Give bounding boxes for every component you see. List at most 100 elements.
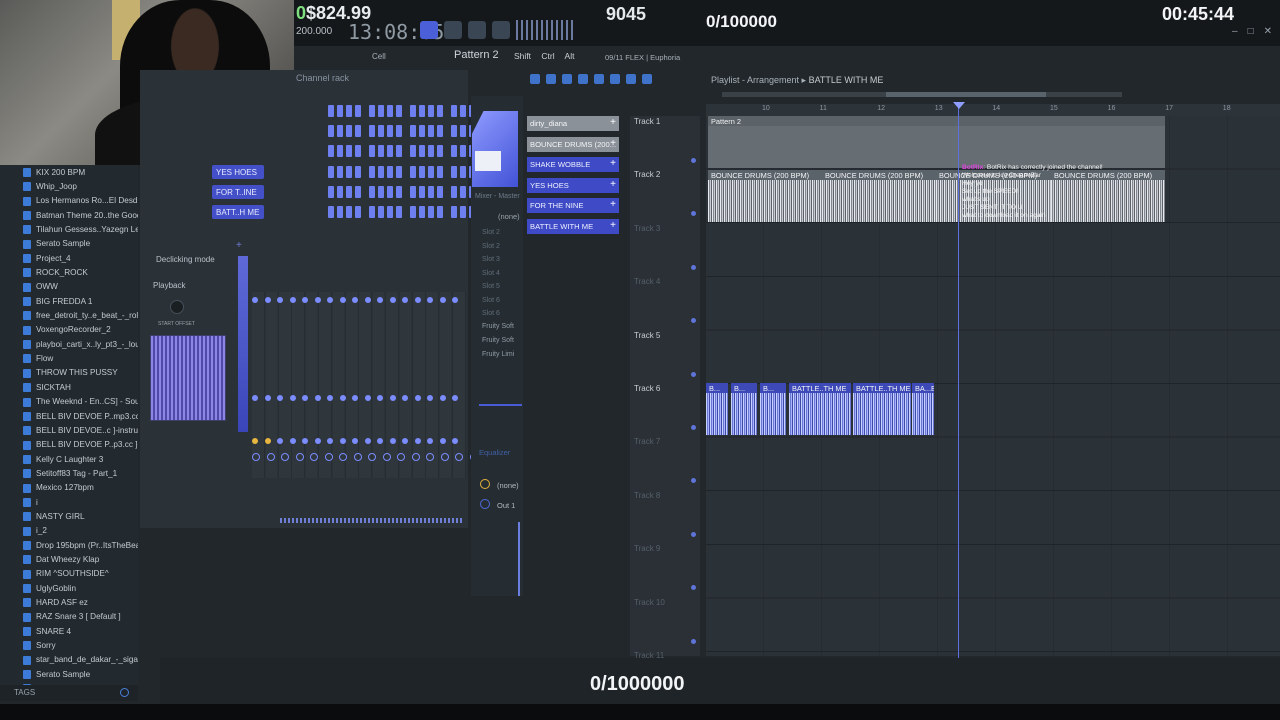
mixer-knob[interactable] — [427, 297, 433, 303]
mixer-knob[interactable] — [352, 438, 358, 444]
mixer-knob[interactable] — [327, 438, 333, 444]
mixer-knob[interactable] — [414, 438, 421, 444]
metronome-icon[interactable] — [468, 21, 486, 39]
track-mute-icon[interactable] — [691, 371, 696, 377]
play-tool-icon[interactable] — [642, 74, 652, 84]
mixer-knob[interactable] — [327, 297, 333, 303]
step-button[interactable] — [428, 105, 434, 117]
loop-icon[interactable] — [492, 21, 510, 39]
record-icon[interactable] — [444, 21, 462, 39]
mixer-knob[interactable] — [289, 438, 296, 444]
step-button[interactable] — [328, 186, 334, 198]
step-button[interactable] — [378, 206, 384, 218]
browser-tags[interactable]: TAGS — [0, 685, 138, 701]
close-icon[interactable]: ✕ — [1264, 26, 1272, 37]
browser-item[interactable]: Drop 195bpm (Pr..ItsTheBeatPlug — [0, 538, 138, 552]
step-button[interactable] — [355, 145, 361, 157]
step-button[interactable] — [419, 125, 425, 137]
select-tool-icon[interactable] — [610, 74, 620, 84]
mixer-knob[interactable] — [289, 395, 296, 401]
step-button[interactable] — [328, 166, 334, 178]
browser-item[interactable]: Kelly C Laughter 3 — [0, 452, 138, 466]
channel-name-button[interactable]: FOR T..INE — [212, 185, 264, 199]
track-label[interactable]: Track 4 — [634, 277, 660, 286]
step-button[interactable] — [387, 105, 393, 117]
picker-item[interactable]: BATTLE WITH ME + — [527, 218, 619, 234]
browser-item[interactable]: free_detroit_ty..e_beat_-_roll_up — [0, 308, 138, 322]
step-button[interactable] — [428, 166, 434, 178]
mixer-knob[interactable] — [389, 438, 396, 444]
mixer-knob[interactable] — [353, 453, 362, 461]
step-button[interactable] — [346, 125, 352, 137]
browser-item[interactable]: ROCK_ROCK — [0, 265, 138, 279]
mixer-knob[interactable] — [327, 395, 333, 401]
track-label[interactable]: Track 8 — [634, 491, 660, 500]
draw-tool-icon[interactable] — [530, 74, 540, 84]
mixer-knob[interactable] — [310, 453, 318, 461]
playhead[interactable] — [958, 104, 959, 704]
step-button[interactable] — [451, 105, 457, 117]
shift-key[interactable]: Shift — [514, 51, 531, 61]
step-button[interactable] — [428, 145, 434, 157]
step-button[interactable] — [419, 145, 425, 157]
mixer-knob[interactable] — [352, 297, 358, 303]
step-button[interactable] — [451, 145, 457, 157]
pattern-selector[interactable]: Pattern 2 — [454, 49, 499, 61]
effect-slot[interactable]: Slot 2 — [482, 243, 500, 250]
step-button[interactable] — [396, 166, 402, 178]
step-button[interactable] — [428, 125, 434, 137]
mixer-knob[interactable] — [455, 453, 463, 461]
mixer-knob[interactable] — [339, 395, 346, 401]
step-button[interactable] — [460, 186, 466, 198]
effect-slot[interactable]: Slot 6 — [482, 310, 500, 317]
mixer-knob[interactable] — [264, 438, 271, 444]
step-button[interactable] — [387, 206, 393, 218]
effect-slot[interactable]: Slot 4 — [482, 270, 500, 277]
add-icon[interactable]: + — [610, 200, 616, 210]
browser-item[interactable]: i — [0, 495, 138, 509]
delete-tool-icon[interactable] — [562, 74, 572, 84]
browser-item[interactable]: BELL BIV DEVOE P..mp3.cc ]-bass — [0, 409, 138, 423]
step-button[interactable] — [346, 166, 352, 178]
step-button[interactable] — [387, 145, 393, 157]
browser-item[interactable]: Mexico 127bpm — [0, 481, 138, 495]
mixer-knob[interactable] — [252, 438, 258, 444]
step-button[interactable] — [369, 166, 375, 178]
step-button[interactable] — [355, 105, 361, 117]
mixer-knob[interactable] — [439, 438, 446, 444]
step-button[interactable] — [337, 206, 343, 218]
add-channel-icon[interactable]: + — [236, 240, 242, 251]
browser-item[interactable]: SNARE 4 — [0, 624, 138, 638]
step-button[interactable] — [410, 206, 416, 218]
browser-item[interactable]: HARD ASF ez — [0, 595, 138, 609]
step-button[interactable] — [355, 186, 361, 198]
start-offset-knob[interactable] — [170, 300, 184, 314]
audio-clip[interactable]: BATTLE..TH ME — [853, 383, 911, 435]
ctrl-key[interactable]: Ctrl — [541, 51, 554, 61]
picker-item[interactable]: FOR THE NINE + — [527, 198, 619, 214]
slice-tool-icon[interactable] — [594, 74, 604, 84]
browser-item[interactable]: BELL BIV DEVOE..c ]-instrumental — [0, 423, 138, 437]
maximize-icon[interactable]: □ — [1248, 26, 1254, 37]
mixer-knob[interactable] — [302, 438, 308, 444]
track-mute-icon[interactable] — [691, 158, 696, 163]
mixer-knob[interactable] — [266, 453, 275, 461]
mixer-knob[interactable] — [364, 297, 371, 303]
mixer-knob[interactable] — [289, 297, 296, 303]
mixer-knob[interactable] — [277, 297, 283, 303]
step-button[interactable] — [460, 105, 466, 117]
step-button[interactable] — [346, 206, 352, 218]
mixer-knob[interactable] — [377, 438, 383, 444]
mixer-knob[interactable] — [452, 297, 458, 303]
audio-clip[interactable]: B... — [731, 383, 757, 435]
mixer-knob[interactable] — [364, 395, 371, 401]
track-label[interactable]: Track 10 — [634, 598, 665, 607]
step-button[interactable] — [369, 186, 375, 198]
browser-item[interactable]: NASTY GIRL — [0, 509, 138, 523]
effect-plugin[interactable]: Fruity Soft — [482, 323, 514, 330]
browser-item[interactable]: UglyGoblin — [0, 581, 138, 595]
mixer-knob[interactable] — [314, 297, 321, 303]
step-button[interactable] — [369, 105, 375, 117]
bar-ruler[interactable]: 10 11 12 13 14 15 16 17 18 — [706, 104, 1280, 116]
browser-item[interactable]: BIG FREDDA 1 — [0, 294, 138, 308]
